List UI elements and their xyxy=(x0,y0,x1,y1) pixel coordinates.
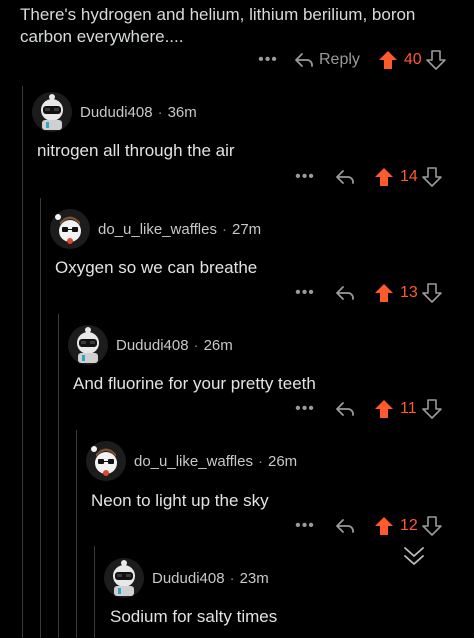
thread-line[interactable] xyxy=(58,314,59,638)
waffles-avatar-icon xyxy=(50,209,90,249)
vote-count: 11 xyxy=(400,400,417,417)
timestamp: 26m xyxy=(267,452,298,470)
comment-header: do_u_like_waffles · 26m xyxy=(86,441,297,481)
reply-button[interactable] xyxy=(334,400,356,418)
waffles-avatar-icon xyxy=(86,441,126,481)
top-comment-text: There's hydrogen and helium, lithium ber… xyxy=(20,5,416,46)
avatar[interactable] xyxy=(50,209,90,249)
upvote-button[interactable] xyxy=(378,50,398,70)
reply-arrow-icon xyxy=(295,53,313,67)
timestamp: 23m xyxy=(239,569,269,587)
timestamp: 26m xyxy=(203,336,233,354)
thread-line[interactable] xyxy=(22,86,23,638)
reply-button[interactable] xyxy=(334,517,356,535)
more-options-icon[interactable]: ••• xyxy=(294,517,316,535)
username[interactable]: do_u_like_waffles xyxy=(98,221,217,238)
reply-label: Reply xyxy=(319,51,360,68)
comment-actions: ••• 11 xyxy=(294,397,442,421)
astronaut-avatar-icon xyxy=(104,558,144,598)
more-options-icon[interactable]: ••• xyxy=(294,400,316,418)
avatar[interactable] xyxy=(68,325,108,365)
username[interactable]: Dududi408 xyxy=(80,104,153,121)
avatar[interactable] xyxy=(104,558,144,598)
username[interactable]: do_u_like_waffles xyxy=(134,453,253,470)
upvote-button[interactable] xyxy=(374,516,394,536)
vote-count: 13 xyxy=(400,284,418,301)
downvote-button[interactable] xyxy=(422,516,442,536)
reply-arrow-icon xyxy=(336,402,354,416)
vote-count: 40 xyxy=(403,51,422,68)
upvote-button[interactable] xyxy=(374,167,394,187)
upvote-button[interactable] xyxy=(374,283,394,303)
reply-button[interactable] xyxy=(334,168,356,186)
downvote-arrow-icon xyxy=(422,167,442,187)
comment-text: Oxygen so we can breathe xyxy=(55,258,258,277)
comment-actions: ••• 13 xyxy=(294,281,442,305)
more-options-icon[interactable]: ••• xyxy=(257,51,279,69)
reply-arrow-icon xyxy=(336,170,354,184)
separator: · xyxy=(157,103,163,121)
reply-button[interactable]: Reply xyxy=(293,51,360,69)
comment-text: Neon to light up the sky xyxy=(91,491,269,510)
username[interactable]: Dududi408 xyxy=(116,337,189,354)
reply-button[interactable] xyxy=(334,284,356,302)
downvote-arrow-icon xyxy=(422,399,442,419)
vote-count: 14 xyxy=(400,168,418,185)
comment-header: Dududi408 · 26m xyxy=(68,325,233,365)
downvote-arrow-icon xyxy=(422,283,442,303)
separator: · xyxy=(229,569,235,587)
comment-header: Dududi408 · 36m xyxy=(32,92,197,132)
comment-header: Dududi408 · 23m xyxy=(104,558,269,598)
downvote-arrow-icon xyxy=(426,50,446,70)
astronaut-avatar-icon xyxy=(68,325,108,365)
reply-arrow-icon xyxy=(336,286,354,300)
downvote-button[interactable] xyxy=(426,50,446,70)
upvote-arrow-icon xyxy=(378,51,397,69)
vote-count: 12 xyxy=(400,517,418,534)
comment-text: Sodium for salty times xyxy=(110,607,278,626)
downvote-arrow-icon xyxy=(422,516,442,536)
thread-line[interactable] xyxy=(76,430,77,638)
downvote-button[interactable] xyxy=(422,167,442,187)
comment-actions: ••• 14 xyxy=(294,165,442,189)
upvote-arrow-icon xyxy=(375,517,393,535)
more-options-icon[interactable]: ••• xyxy=(294,168,316,186)
top-comment-actions: ••• Reply 40 xyxy=(257,48,446,72)
username[interactable]: Dududi408 xyxy=(152,570,225,587)
comment-actions: ••• 12 xyxy=(294,514,442,538)
upvote-arrow-icon xyxy=(375,284,393,302)
separator: · xyxy=(257,452,263,470)
comment-header: do_u_like_waffles · 27m xyxy=(50,209,261,249)
collapse-chevron-icon[interactable] xyxy=(402,545,426,567)
upvote-button[interactable] xyxy=(374,399,394,419)
reply-arrow-icon xyxy=(336,519,354,533)
separator: · xyxy=(193,336,199,354)
downvote-button[interactable] xyxy=(422,399,442,419)
more-options-icon[interactable]: ••• xyxy=(294,284,316,302)
comment-text: And fluorine for your pretty teeth xyxy=(73,374,316,393)
thread-line[interactable] xyxy=(40,198,41,638)
separator: · xyxy=(221,220,227,238)
upvote-arrow-icon xyxy=(375,168,393,186)
thread-line[interactable] xyxy=(94,546,95,638)
comment-text: nitrogen all through the air xyxy=(37,141,235,160)
astronaut-avatar-icon xyxy=(32,92,72,132)
avatar[interactable] xyxy=(86,441,126,481)
timestamp: 27m xyxy=(231,220,262,238)
upvote-arrow-icon xyxy=(375,400,393,418)
avatar[interactable] xyxy=(32,92,72,132)
downvote-button[interactable] xyxy=(422,283,442,303)
timestamp: 36m xyxy=(167,103,197,121)
